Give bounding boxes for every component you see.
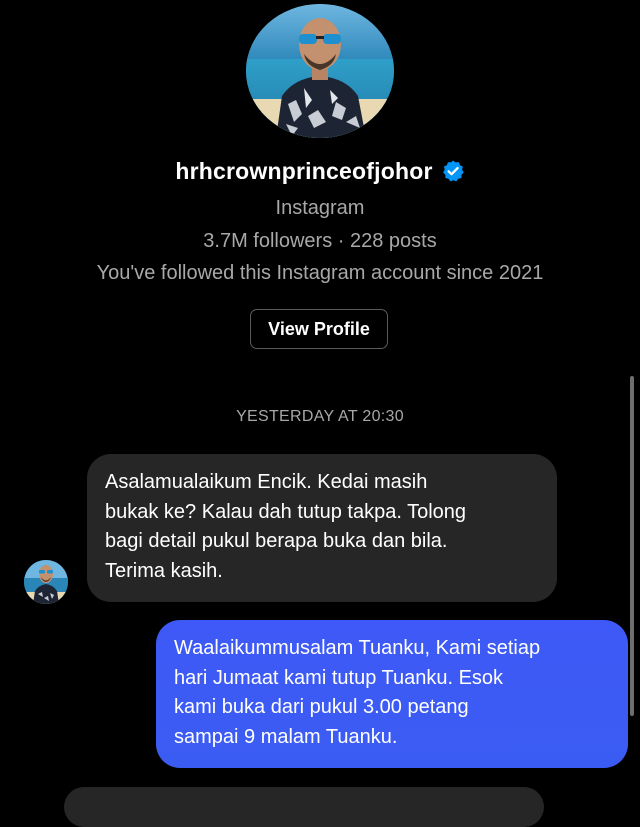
partial-message-bubble[interactable] xyxy=(64,787,544,827)
verified-badge-icon xyxy=(441,159,465,183)
sender-avatar[interactable] xyxy=(24,560,68,604)
profile-photo xyxy=(246,4,394,138)
follower-stats: 3.7M followers · 228 posts xyxy=(203,230,437,252)
sender-photo xyxy=(24,560,68,604)
profile-avatar[interactable] xyxy=(246,4,394,138)
message-timestamp: YESTERDAY AT 20:30 xyxy=(236,408,404,425)
view-profile-button[interactable]: View Profile xyxy=(250,309,388,349)
outgoing-message-bubble[interactable]: Waalaikummusalam Tuanku, Kami setiap har… xyxy=(156,620,628,768)
scrollbar[interactable] xyxy=(630,376,634,716)
incoming-message-bubble[interactable]: Asalamualaikum Encik. Kedai masih bukak … xyxy=(87,454,557,602)
platform-label: Instagram xyxy=(275,197,365,219)
follow-since-text: You've followed this Instagram account s… xyxy=(96,262,544,284)
username[interactable]: hrhcrownprinceofjohor xyxy=(175,158,432,185)
profile-name-row: hrhcrownprinceofjohor xyxy=(0,155,640,187)
